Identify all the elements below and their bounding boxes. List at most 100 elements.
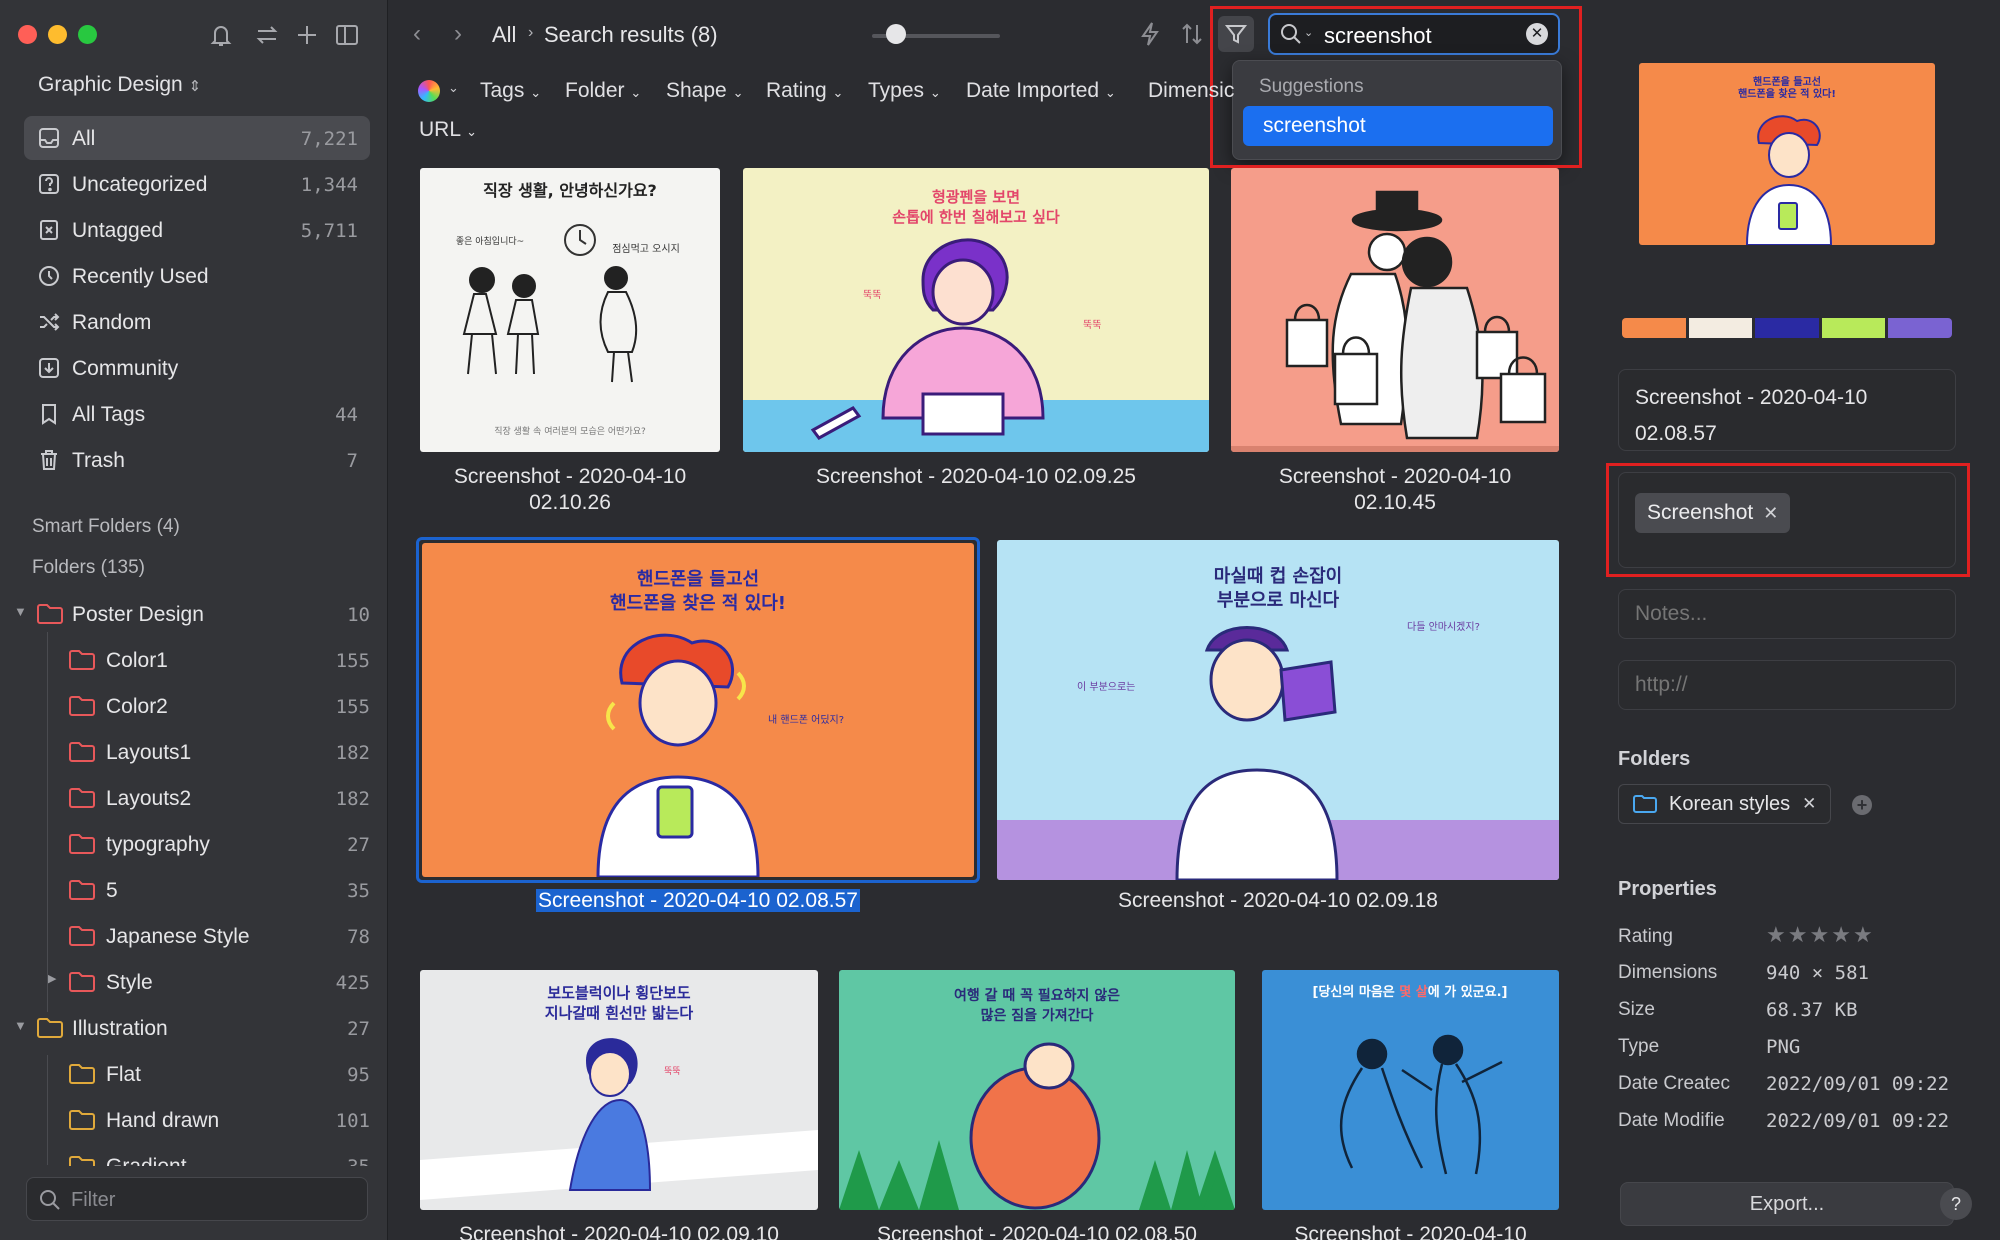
url-field[interactable] xyxy=(1618,660,1956,710)
lightning-icon[interactable] xyxy=(1136,20,1164,48)
folder-illustration[interactable]: ▼ Illustration 27 xyxy=(0,1006,388,1050)
filter-url[interactable]: URL ⌄ xyxy=(419,118,477,142)
color-filter-icon[interactable] xyxy=(418,80,440,102)
chevron-updown-icon: ⇕ xyxy=(188,78,202,95)
sort-icon[interactable] xyxy=(1178,20,1206,48)
thumbnail-item-1[interactable]: 직장 생활, 안녕하신가요? 좋은 아침입니다~ 점심먹고 오시지 직장 생활 … xyxy=(420,168,720,452)
folders-heading[interactable]: Folders (135) xyxy=(32,557,145,579)
thumbnail-item-5[interactable]: 마실때 컵 손잡이 부분으로 마신다 이 부분으로는 다들 안마시겠지? xyxy=(997,540,1559,880)
art-heading-highlight: 몇 살 xyxy=(1399,984,1427,1000)
minimize-window-button[interactable] xyxy=(48,25,67,44)
filter-dimensions[interactable]: Dimensic xyxy=(1148,79,1236,103)
help-button[interactable]: ? xyxy=(1940,1188,1972,1220)
palette-swatch[interactable] xyxy=(1622,318,1686,338)
close-window-button[interactable] xyxy=(18,25,37,44)
star-icon[interactable]: ★ xyxy=(1809,922,1831,947)
thumbnail-item-2[interactable]: 형광펜을 보면 손톱에 한번 칠해보고 싶다 뚝뚝 뚝뚝 xyxy=(743,168,1209,452)
star-icon[interactable]: ★ xyxy=(1853,922,1875,947)
thumbnail-item-4-selected[interactable]: 핸드폰을 들고선 핸드폰을 찾은 적 있다! 내 핸드폰 어딨지? xyxy=(422,543,974,877)
smart-folders-heading[interactable]: Smart Folders (4) xyxy=(32,516,180,538)
folder-count: 155 xyxy=(335,650,370,672)
star-icon[interactable]: ★ xyxy=(1766,922,1788,947)
item-caption[interactable]: Screenshot - 2020-04-10 02.09.25 xyxy=(743,464,1209,490)
title-field[interactable]: Screenshot - 2020-04-10 02.08.57 xyxy=(1618,369,1956,451)
sidebar-toggle-icon[interactable] xyxy=(332,20,362,50)
thumbnail-item-8[interactable]: [당신의 마음은 몇 살에 가 있군요.] xyxy=(1262,970,1559,1210)
plus-icon[interactable] xyxy=(292,20,322,50)
nav-item-trash[interactable]: Trash 7 xyxy=(24,438,370,482)
star-icon[interactable]: ★ xyxy=(1831,922,1853,947)
nav-item-untagged[interactable]: Untagged 5,711 xyxy=(24,208,370,252)
nav-item-random[interactable]: Random xyxy=(24,300,370,344)
prop-value-size: 68.37 KB xyxy=(1766,999,1858,1021)
back-icon[interactable]: ‹ xyxy=(413,20,421,48)
nav-label: All xyxy=(72,127,96,150)
inbox-icon xyxy=(38,127,60,149)
disclosure-down-icon[interactable]: ▼ xyxy=(14,604,27,619)
item-caption[interactable]: Screenshot - 2020-04-10 02.10.26 xyxy=(420,464,720,516)
filter-date-imported[interactable]: Date Imported ⌄ xyxy=(966,79,1116,103)
forward-icon[interactable]: › xyxy=(454,20,462,48)
nav-item-all-tags[interactable]: All Tags 44 xyxy=(24,392,370,436)
palette-swatch[interactable] xyxy=(1688,318,1753,338)
folder-flat[interactable]: Flat 95 xyxy=(0,1052,388,1096)
palette-swatch[interactable] xyxy=(1888,318,1952,338)
inspector-preview[interactable]: 핸드폰을 들고선 핸드폰을 찾은 적 있다! xyxy=(1639,63,1935,245)
nav-item-uncategorized[interactable]: Uncategorized 1,344 xyxy=(24,162,370,206)
folder-label: Layouts1 xyxy=(106,741,192,764)
folder-yellow-icon xyxy=(36,1017,64,1039)
filter-rating[interactable]: Rating ⌄ xyxy=(766,79,843,103)
star-icon[interactable]: ★ xyxy=(1788,922,1810,947)
thumbnail-item-7[interactable]: 여행 갈 때 꼭 필요하지 않은 많은 짐을 가져간다 xyxy=(839,970,1235,1210)
folder-poster-design[interactable]: ▼ Poster Design 10 xyxy=(0,592,388,636)
folder-red-icon xyxy=(68,741,96,763)
rating-stars[interactable]: ★★★★★ xyxy=(1766,922,1875,948)
item-caption[interactable]: Screenshot - 2020-04-10 02.08.50 xyxy=(839,1222,1235,1240)
bell-icon[interactable] xyxy=(206,20,236,50)
remove-folder-icon[interactable]: ✕ xyxy=(1802,794,1816,814)
folder-5[interactable]: 5 35 xyxy=(0,868,388,912)
sync-arrows-icon[interactable] xyxy=(252,20,282,50)
folder-hand-drawn[interactable]: Hand drawn 101 xyxy=(0,1098,388,1142)
item-caption[interactable]: Screenshot - 2020-04-10 02.09.18 xyxy=(997,888,1559,914)
export-button[interactable]: Export... xyxy=(1620,1182,1954,1226)
folder-chip[interactable]: Korean styles ✕ xyxy=(1618,784,1832,824)
thumbnail-item-3[interactable] xyxy=(1231,168,1559,452)
disclosure-down-icon[interactable]: ▼ xyxy=(14,1018,27,1033)
breadcrumb-root[interactable]: All xyxy=(492,22,516,48)
item-caption-selected[interactable]: Screenshot - 2020-04-10 02.08.57 xyxy=(420,888,976,914)
folder-japanese-style[interactable]: Japanese Style 78 xyxy=(0,914,388,958)
zoom-window-button[interactable] xyxy=(78,25,97,44)
filter-folder[interactable]: Folder ⌄ xyxy=(565,79,641,103)
folder-color2[interactable]: Color2 155 xyxy=(0,684,388,728)
item-title[interactable]: Screenshot - 2020-04-10 02.08.57 xyxy=(1635,380,1935,452)
folder-typography[interactable]: typography 27 xyxy=(0,822,388,866)
add-folder-icon[interactable]: + xyxy=(1852,795,1872,815)
folder-style[interactable]: ▶ Style 425 xyxy=(0,960,388,1004)
folder-gradient[interactable]: Gradient 35 xyxy=(0,1144,388,1166)
url-input[interactable] xyxy=(1635,671,1935,699)
nav-item-all[interactable]: All 7,221 xyxy=(24,116,370,160)
disclosure-right-icon[interactable]: ▶ xyxy=(48,972,56,985)
filter-types[interactable]: Types ⌄ xyxy=(868,79,941,103)
slider-handle[interactable] xyxy=(886,24,906,44)
item-caption[interactable]: Screenshot - 2020-04-10 xyxy=(1262,1222,1559,1240)
folder-color1[interactable]: Color1 155 xyxy=(0,638,388,682)
nav-item-community[interactable]: Community xyxy=(24,346,370,390)
library-switcher[interactable]: Graphic Design ⇕ xyxy=(38,73,201,97)
filter-tags[interactable]: Tags ⌄ xyxy=(480,79,541,103)
prop-value-type: PNG xyxy=(1766,1036,1801,1058)
filter-shape[interactable]: Shape ⌄ xyxy=(666,79,743,103)
item-caption[interactable]: Screenshot - 2020-04-10 02.10.45 xyxy=(1231,464,1559,516)
palette-swatch[interactable] xyxy=(1821,318,1886,338)
notes-input[interactable] xyxy=(1635,600,1935,628)
notes-field[interactable] xyxy=(1618,589,1956,639)
palette-swatch[interactable] xyxy=(1755,318,1819,338)
thumbnail-item-6[interactable]: 보도블럭이나 횡단보도 지나갈때 흰선만 밟는다 뚝뚝 xyxy=(420,970,818,1210)
folder-layouts2[interactable]: Layouts2 182 xyxy=(0,776,388,820)
folder-layouts1[interactable]: Layouts1 182 xyxy=(0,730,388,774)
filter-input[interactable] xyxy=(71,1186,351,1214)
item-caption[interactable]: Screenshot - 2020-04-10 02.09.10 xyxy=(420,1222,818,1240)
nav-item-recently-used[interactable]: Recently Used xyxy=(24,254,370,298)
sidebar-filter[interactable] xyxy=(26,1177,368,1221)
